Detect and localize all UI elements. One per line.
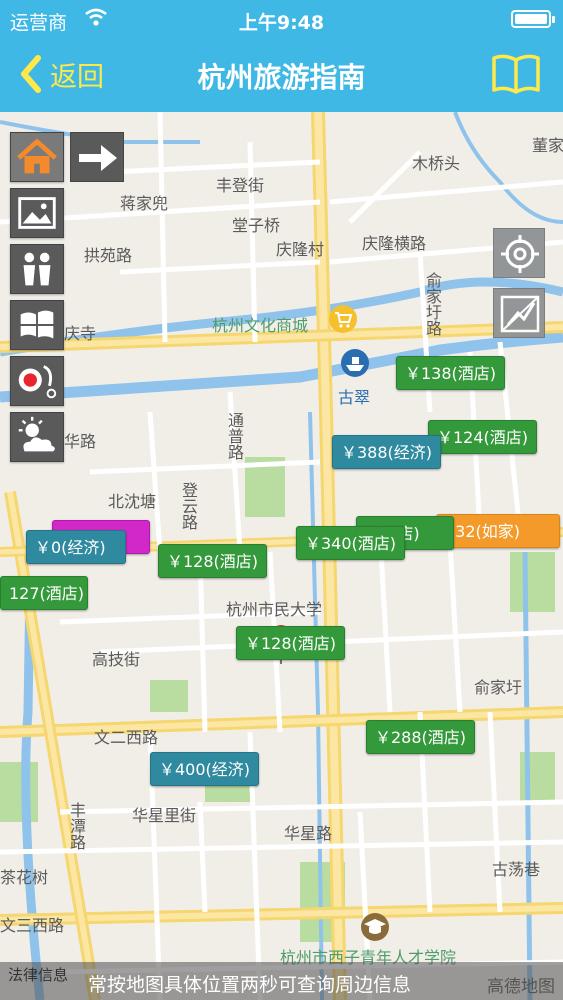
forward-button[interactable] [70, 132, 124, 182]
food-icon [18, 365, 57, 399]
map-label: 木桥头 [412, 154, 461, 173]
map-label: 俞家圩 [474, 678, 523, 697]
hotel-price-tag[interactable]: ￥400(经济) [150, 752, 260, 786]
map-label: 庆隆村 [276, 240, 325, 259]
map-label: 高技街 [92, 650, 141, 669]
photo-icon [18, 197, 56, 229]
people-icon [23, 252, 51, 286]
hotel-price-tag[interactable]: ￥124(酒店) [428, 420, 538, 454]
hotel-price-tag[interactable]: ￥0(经济) [26, 530, 126, 564]
map-label: 通普路 [225, 412, 244, 460]
map-label: 古翠 [338, 388, 371, 407]
windows-button[interactable] [10, 300, 64, 350]
map-label: 华路 [64, 432, 97, 451]
map-label: 文二西路 [94, 728, 159, 747]
boat-icon[interactable] [340, 348, 370, 378]
map-label: 庆隆横路 [362, 234, 427, 253]
home-icon [17, 139, 57, 174]
locate-icon [501, 235, 539, 273]
hotel-price-tag[interactable]: ￥388(经济) [332, 435, 442, 469]
map-hint-bar: 法律信息 常按地图具体位置两秒可查询周边信息 高德地图 [0, 962, 563, 1000]
graduation-icon[interactable] [360, 912, 390, 942]
map-label: 华星里街 [132, 806, 197, 825]
locate-button[interactable] [493, 228, 545, 278]
map-label: 北沈塘 [108, 492, 157, 511]
map-label: 文三西路 [0, 916, 65, 935]
legal-info-link[interactable]: 法律信息 [8, 964, 68, 985]
status-bar: 运营商 上午9:48 [0, 0, 563, 38]
hotel-price-tag[interactable]: ￥128(酒店) [158, 544, 268, 578]
weather-button[interactable] [10, 412, 64, 462]
map-label: 丰潭路 [67, 802, 86, 850]
home-button[interactable] [10, 132, 64, 182]
route-icon [500, 295, 540, 333]
map-label: 古荡巷 [492, 860, 541, 879]
hotel-price-tag[interactable]: 127(酒店) [0, 576, 88, 610]
clock: 上午9:48 [238, 12, 325, 34]
shopping-cart-icon[interactable] [328, 304, 358, 334]
map-label: 俞家圩路 [423, 272, 442, 336]
map-view[interactable]: 董家 木桥头 丰登街 蒋家兜 堂子桥 拱苑路 庆隆村 庆隆横路 俞家圩路 杭州文… [0, 112, 563, 1000]
map-label: 丰登街 [216, 176, 265, 195]
map-brand-logo: 高德地图 [487, 977, 555, 997]
weather-icon [18, 416, 55, 452]
route-button[interactable] [493, 288, 545, 338]
page-title: 杭州旅游指南 [197, 61, 366, 94]
hotel-price-tag[interactable]: ￥138(酒店) [396, 356, 506, 390]
map-label: 茶花树 [0, 868, 49, 887]
map-label: 董家 [532, 136, 563, 155]
windows-icon [20, 310, 54, 339]
map-label: 庆寺 [64, 324, 97, 343]
hotel-price-tag[interactable]: ￥288(酒店) [366, 720, 476, 754]
map-label: 堂子桥 [232, 216, 281, 235]
food-button[interactable] [10, 356, 64, 406]
map-label: 拱苑路 [84, 246, 133, 265]
map-label: 杭州文化商城 [212, 316, 309, 335]
battery-icon [511, 10, 555, 28]
map-label: 登云路 [179, 482, 198, 530]
map-label: 蒋家兜 [120, 194, 169, 213]
forward-arrow-icon [79, 145, 117, 171]
hotel-price-tag[interactable]: ￥128(酒店) [236, 626, 346, 660]
map-label: 杭州市民大学 [226, 600, 323, 619]
hotel-price-tag[interactable]: ￥340(酒店) [296, 526, 406, 560]
long-press-hint: 常按地图具体位置两秒可查询周边信息 [88, 974, 412, 996]
map-label: 华星路 [284, 824, 333, 843]
book-icon[interactable] [491, 52, 541, 94]
people-button[interactable] [10, 244, 64, 294]
nav-bar: 运营商 上午9:48 返回 杭州旅游指南 [0, 0, 563, 112]
photo-button[interactable] [10, 188, 64, 238]
hotel-price-tag[interactable]: 132(如家) [436, 514, 560, 548]
